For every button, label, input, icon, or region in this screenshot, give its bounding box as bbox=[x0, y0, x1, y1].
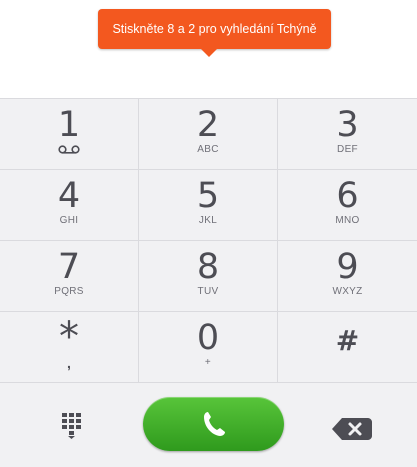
key-4-letters: GHI bbox=[59, 215, 79, 226]
key-4[interactable]: 4 GHI bbox=[0, 170, 139, 241]
dialpad: 1 2 ABC 3 DEF 4 GHI 5 JKL 6 MNO 7 PQRS 8… bbox=[0, 98, 417, 383]
key-3-digit: 3 bbox=[336, 105, 359, 145]
key-1[interactable]: 1 bbox=[0, 99, 139, 170]
key-hash[interactable]: # bbox=[278, 312, 417, 383]
voicemail-icon bbox=[58, 145, 80, 154]
key-star-sub: , bbox=[67, 355, 71, 371]
key-5[interactable]: 5 JKL bbox=[139, 170, 278, 241]
key-7[interactable]: 7 PQRS bbox=[0, 241, 139, 312]
key-7-letters: PQRS bbox=[54, 286, 84, 297]
key-star[interactable]: * , bbox=[0, 312, 139, 383]
key-0-plus: + bbox=[204, 357, 212, 368]
call-button[interactable] bbox=[143, 397, 284, 451]
key-6-digit: 6 bbox=[336, 176, 359, 216]
backspace-icon[interactable] bbox=[332, 418, 372, 440]
key-hash-symbol: # bbox=[335, 324, 360, 357]
key-9[interactable]: 9 WXYZ bbox=[278, 241, 417, 312]
key-2-digit: 2 bbox=[196, 105, 220, 145]
key-1-digit: 1 bbox=[57, 105, 81, 145]
key-8-digit: 8 bbox=[196, 247, 220, 287]
key-6[interactable]: 6 MNO bbox=[278, 170, 417, 241]
key-3[interactable]: 3 DEF bbox=[278, 99, 417, 170]
dialpad-icon[interactable] bbox=[62, 413, 84, 439]
key-2-letters: ABC bbox=[197, 144, 219, 155]
dialer-action-bar bbox=[0, 382, 417, 467]
key-6-letters: MNO bbox=[335, 215, 360, 226]
tooltip-arrow bbox=[201, 49, 217, 57]
key-5-digit: 5 bbox=[196, 176, 220, 216]
key-0-digit: 0 bbox=[196, 318, 220, 358]
key-8[interactable]: 8 TUV bbox=[139, 241, 278, 312]
key-0[interactable]: 0 + bbox=[139, 312, 278, 383]
key-9-digit: 9 bbox=[336, 247, 359, 287]
key-2[interactable]: 2 ABC bbox=[139, 99, 278, 170]
phone-icon bbox=[204, 412, 225, 436]
key-8-letters: TUV bbox=[197, 286, 219, 297]
key-9-letters: WXYZ bbox=[332, 286, 363, 297]
search-hint-tooltip: Stiskněte 8 a 2 pro vyhledání Tchýně bbox=[98, 9, 331, 49]
key-star-symbol: * bbox=[59, 314, 79, 360]
key-3-letters: DEF bbox=[337, 144, 358, 155]
key-7-digit: 7 bbox=[57, 247, 81, 287]
key-5-letters: JKL bbox=[198, 215, 218, 226]
key-4-digit: 4 bbox=[57, 176, 81, 216]
